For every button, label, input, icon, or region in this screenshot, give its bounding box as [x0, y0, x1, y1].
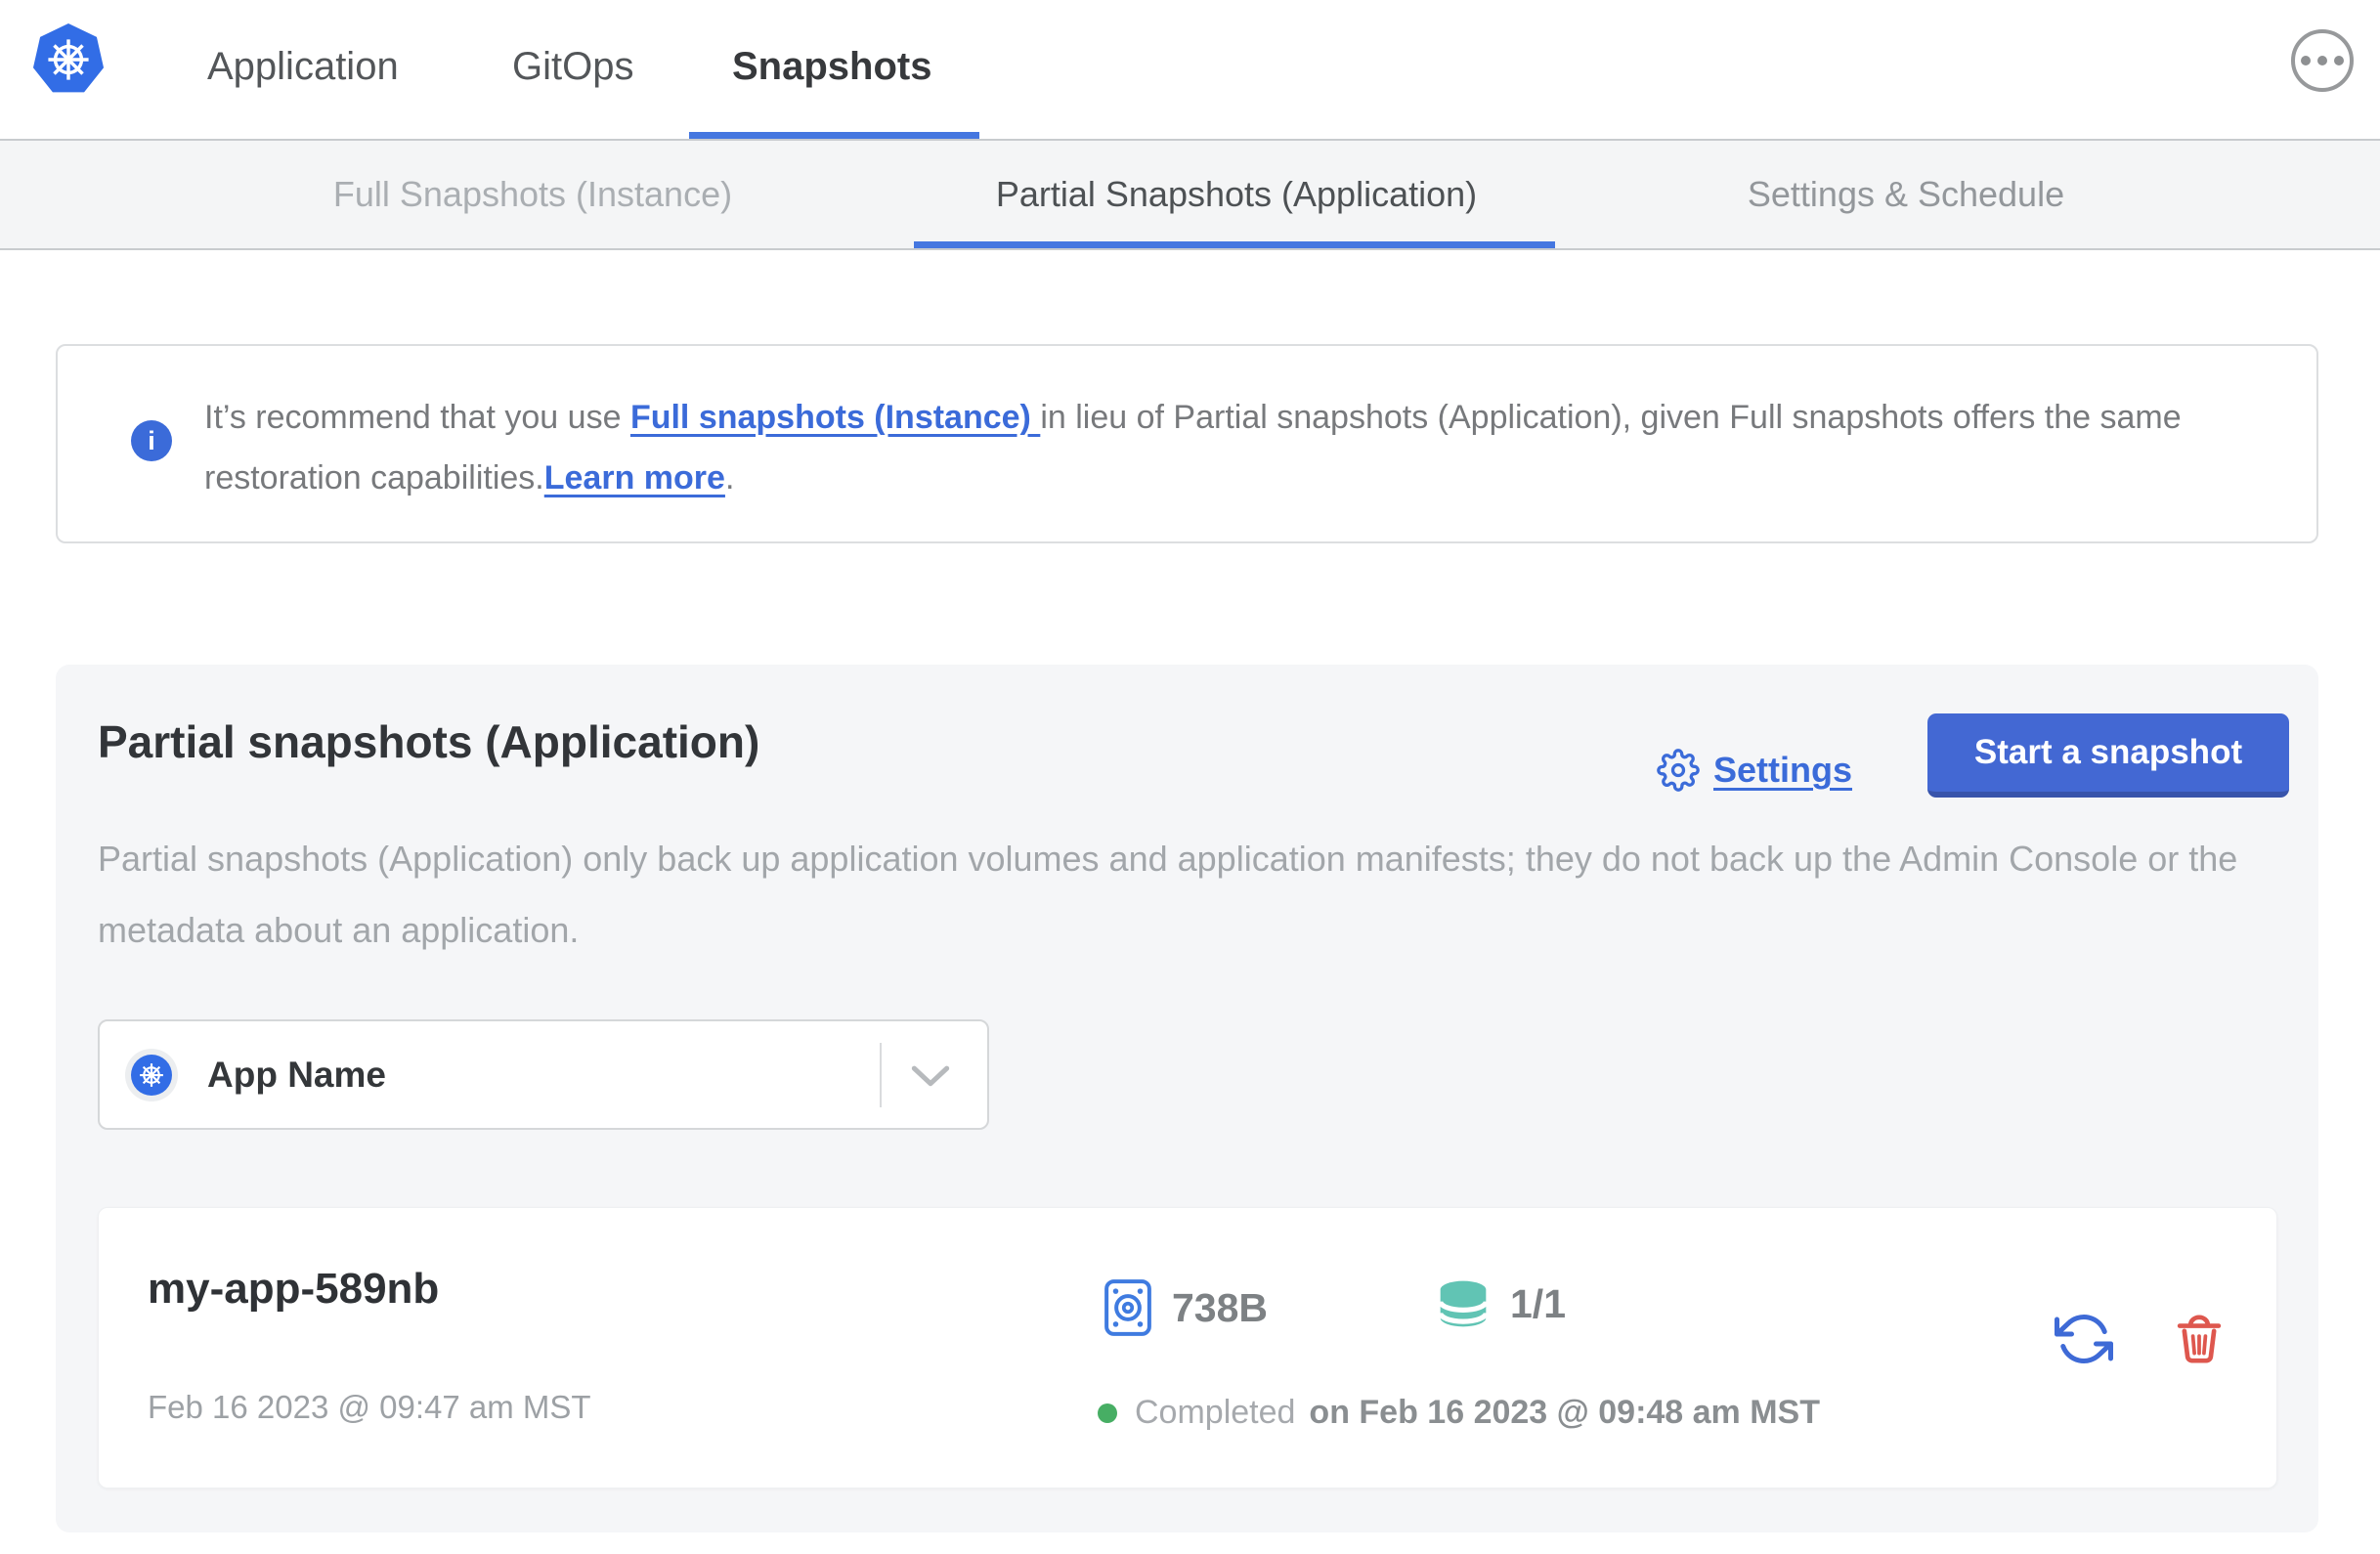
learn-more-link[interactable]: Learn more	[544, 459, 725, 496]
snapshot-volumes: 1/1	[1436, 1278, 1566, 1329]
full-snapshots-link[interactable]: Full snapshots (Instance)	[630, 399, 1040, 436]
start-snapshot-button[interactable]: Start a snapshot	[1927, 713, 2289, 798]
tab-full-snapshots[interactable]: Full Snapshots (Instance)	[244, 141, 821, 248]
snapshot-status: Completed on Feb 16 2023 @ 09:48 am MST	[1098, 1394, 1820, 1432]
app-kubernetes-icon	[125, 1048, 178, 1101]
panel-description: Partial snapshots (Application) only bac…	[98, 839, 2238, 950]
chevron-down-icon	[911, 1064, 950, 1095]
app-name-selector[interactable]: App Name	[98, 1019, 989, 1130]
status-label: Completed	[1135, 1394, 1296, 1431]
recommendation-banner: i It’s recommend that you use Full snaps…	[56, 344, 2318, 543]
nav-item-snapshots[interactable]: Snapshots	[732, 0, 931, 133]
snapshot-name: my-app-589nb	[148, 1265, 440, 1313]
active-tab-underline	[914, 241, 1555, 248]
snapshots-tabbar: Full Snapshots (Instance) Partial Snapsh…	[0, 139, 2380, 250]
info-glyph: i	[148, 425, 155, 455]
database-icon	[1436, 1278, 1491, 1329]
snapshots-page: Application GitOps Snapshots Full Snapsh…	[0, 0, 2380, 1554]
partial-snapshots-panel: Partial snapshots (Application) Settings…	[56, 665, 2318, 1532]
restore-icon	[2055, 1310, 2113, 1368]
panel-title: Partial snapshots (Application)	[98, 716, 760, 767]
active-nav-underline	[689, 132, 979, 139]
tab-settings-schedule[interactable]: Settings & Schedule	[1652, 141, 2160, 248]
settings-label: Settings	[1713, 750, 1853, 790]
gear-icon	[1657, 749, 1700, 792]
kubernetes-logo-icon	[32, 23, 105, 93]
nav-item-application[interactable]: Application	[207, 0, 399, 133]
disk-icon	[1103, 1278, 1152, 1337]
selector-divider	[880, 1043, 882, 1107]
snapshot-size: 738B	[1103, 1278, 1268, 1337]
top-nav: Application GitOps Snapshots	[0, 0, 2380, 139]
banner-text: It’s recommend that you use Full snapsho…	[204, 387, 2242, 508]
banner-text-intro: It’s recommend that you use	[204, 399, 630, 436]
nav-item-gitops[interactable]: GitOps	[512, 0, 633, 133]
info-icon: i	[131, 420, 172, 461]
app-name-value: App Name	[207, 1054, 386, 1095]
snapshot-created-date: Feb 16 2023 @ 09:47 am MST	[148, 1389, 591, 1425]
snapshot-volumes-value: 1/1	[1510, 1280, 1566, 1326]
status-dot-icon	[1098, 1403, 1117, 1423]
snapshot-row: my-app-589nb Feb 16 2023 @ 09:47 am MST …	[98, 1207, 2277, 1489]
snapshot-settings-link[interactable]: Settings	[1657, 749, 1852, 792]
overflow-menu-button[interactable]	[2291, 29, 2354, 92]
snapshot-size-value: 738B	[1172, 1284, 1269, 1330]
trash-icon	[2172, 1312, 2227, 1366]
delete-snapshot-button[interactable]	[2169, 1309, 2229, 1369]
status-completed-date: on Feb 16 2023 @ 09:48 am MST	[1309, 1394, 1821, 1431]
ellipsis-icon	[2301, 56, 2344, 65]
restore-snapshot-button[interactable]	[2054, 1309, 2114, 1369]
tab-partial-snapshots[interactable]: Partial Snapshots (Application)	[885, 141, 1588, 248]
banner-text-end: .	[724, 459, 735, 496]
